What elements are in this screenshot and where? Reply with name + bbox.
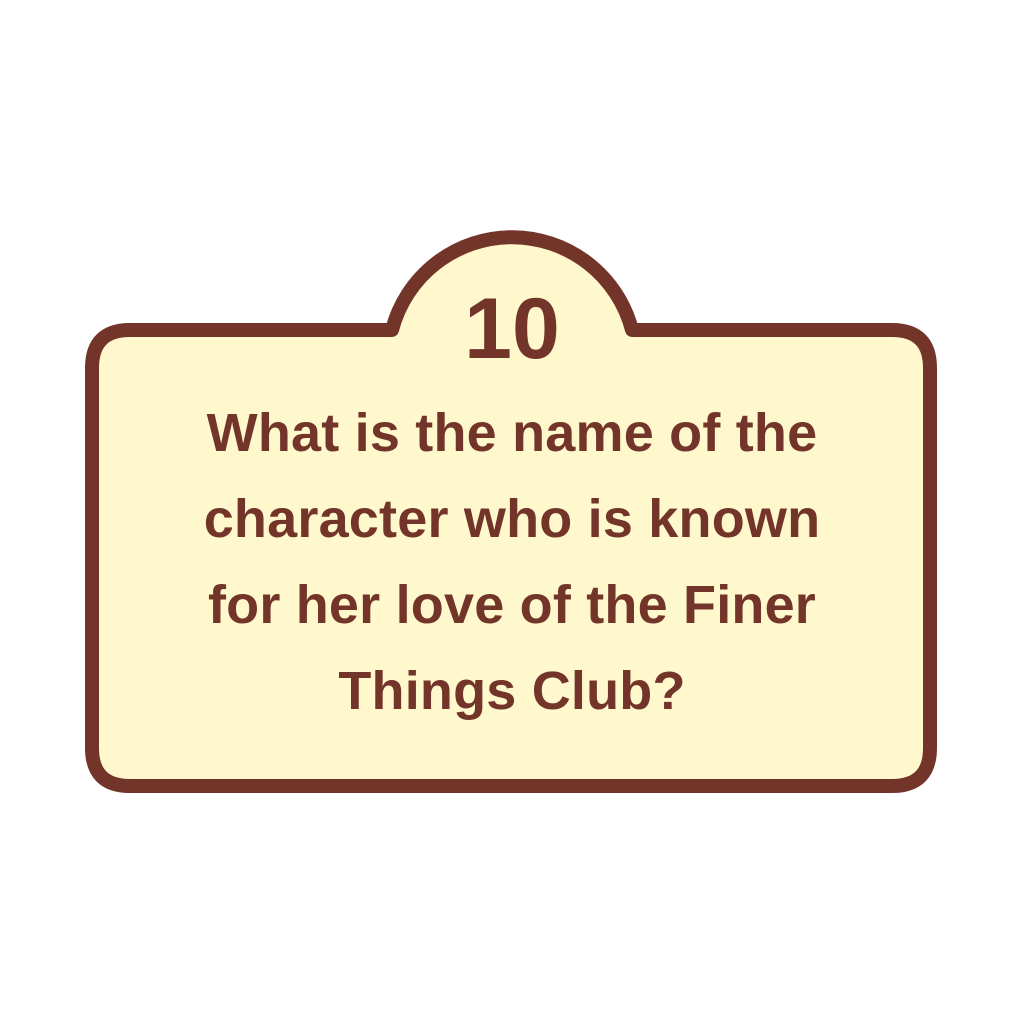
question-line-3: for her love of the Finer [207, 575, 817, 635]
question-line-1: What is the name of the [206, 403, 818, 463]
trivia-card: 10 What is the name of the character who… [0, 0, 1024, 1024]
question-line-2: character who is known [203, 489, 821, 549]
question-number: 10 [464, 281, 560, 377]
question-text: What is the name of the character who is… [140, 390, 884, 734]
question-line-4: Things Club? [338, 661, 686, 721]
